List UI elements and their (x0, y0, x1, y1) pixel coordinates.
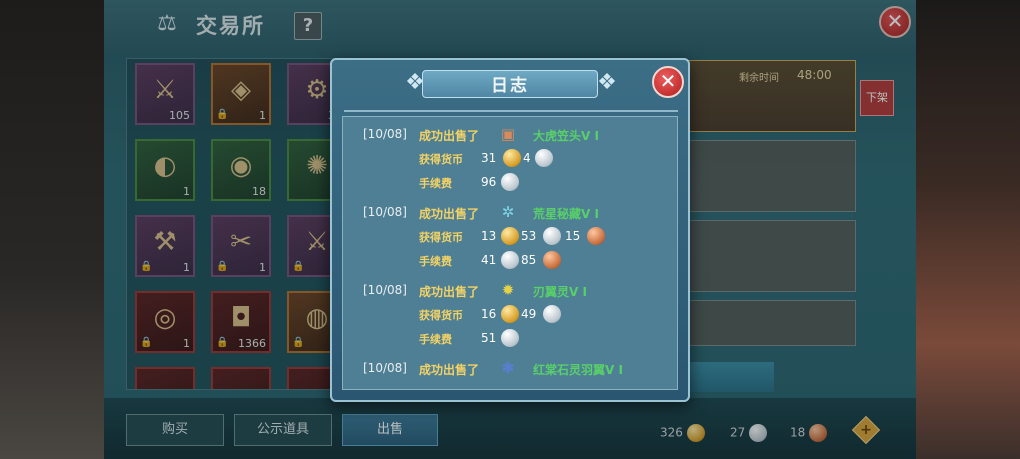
silver-coin-icon (501, 251, 519, 269)
income-silver: 4 (523, 151, 531, 165)
fee-silver: 51 (481, 331, 497, 345)
silver-coin-icon (501, 329, 519, 347)
fee-label: 手续费 (419, 333, 452, 346)
entry-item-name: 刃翼灵V I (533, 285, 587, 299)
income-label: 获得货币 (419, 153, 463, 166)
entry-date: [10/08] (363, 283, 407, 297)
entry-item-name: 大虎笠头V I (533, 129, 599, 143)
entry-date: [10/08] (363, 127, 407, 141)
silver-coin-icon (535, 149, 553, 167)
background-left (0, 0, 104, 459)
copper-coin-icon (543, 251, 561, 269)
gold-coin-icon (503, 149, 521, 167)
entry-date: [10/08] (363, 361, 407, 375)
gold-coin-icon (501, 305, 519, 323)
log-dialog: ❖ ❖ 日志 ✕ [10/08] 成功出售了 ▣ 大虎笠头V I 获得货币 31… (330, 58, 690, 402)
entry-sold-text: 成功出售了 (419, 207, 480, 221)
income-label: 获得货币 (419, 309, 463, 322)
gold-coin-icon (501, 227, 519, 245)
fee-silver: 96 (481, 175, 497, 189)
crystal-icon: ✲ (501, 203, 515, 221)
entry-sold-text: 成功出售了 (419, 285, 480, 299)
fee-silver: 41 (481, 253, 497, 267)
background-right (916, 0, 1020, 459)
wing-icon: ❃ (501, 359, 515, 377)
income-copper: 15 (565, 229, 581, 243)
chest-icon: ▣ (500, 125, 516, 143)
entry-item-name: 红棠石灵羽翼V I (533, 363, 623, 377)
log-list[interactable]: [10/08] 成功出售了 ▣ 大虎笠头V I 获得货币 31 4 手续费 96… (342, 116, 678, 390)
divider (344, 110, 678, 112)
silver-coin-icon (543, 305, 561, 323)
entry-item-name: 荒星秘藏V I (533, 207, 599, 221)
fee-label: 手续费 (419, 255, 452, 268)
entry-date: [10/08] (363, 205, 407, 219)
silver-coin-icon (501, 173, 519, 191)
log-title: 日志 (491, 76, 529, 96)
income-gold: 16 (481, 307, 497, 321)
sun-icon: ✹ (501, 281, 515, 299)
income-gold: 31 (481, 151, 497, 165)
log-close-button[interactable]: ✕ (652, 66, 684, 98)
silver-coin-icon (543, 227, 561, 245)
fee-label: 手续费 (419, 177, 452, 190)
copper-coin-icon (587, 227, 605, 245)
income-label: 获得货币 (419, 231, 463, 244)
income-silver: 53 (521, 229, 537, 243)
fee-copper: 85 (521, 253, 537, 267)
entry-sold-text: 成功出售了 (419, 129, 480, 143)
income-silver: 49 (521, 307, 537, 321)
income-gold: 13 (481, 229, 497, 243)
log-dialog-header: ❖ ❖ 日志 ✕ (332, 60, 688, 106)
entry-sold-text: 成功出售了 (419, 363, 480, 377)
